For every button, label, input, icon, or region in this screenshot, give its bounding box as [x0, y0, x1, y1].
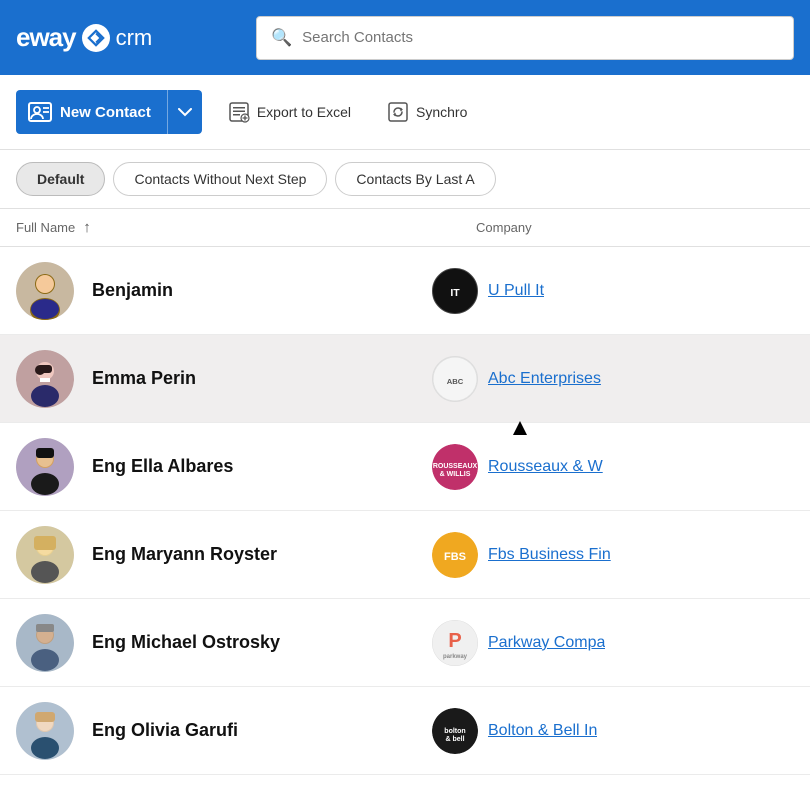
logo: eway crm [16, 22, 236, 53]
logo-eway-text: eway [16, 22, 76, 53]
contact-name: Eng Olivia Garufi [92, 720, 432, 741]
contact-name: Eng Michael Ostrosky [92, 632, 432, 653]
contact-name: Eng Maryann Royster [92, 544, 432, 565]
sort-arrow-icon: ↑ [83, 219, 91, 236]
company-logo: IT [432, 268, 478, 314]
new-contact-dropdown[interactable] [168, 90, 202, 134]
header: eway crm 🔍 [0, 0, 810, 75]
contacts-list: Benjamin IT U Pull It [0, 247, 810, 775]
contact-card-icon [28, 102, 52, 122]
svg-text:parkway: parkway [443, 654, 468, 660]
new-contact-label: New Contact [60, 104, 151, 121]
company-name[interactable]: Abc Enterprises [488, 370, 601, 388]
company-info: P parkway Parkway Compa [432, 620, 794, 666]
avatar-image [16, 350, 74, 408]
logo-crm-text: crm [116, 25, 153, 51]
table-row[interactable]: Eng Michael Ostrosky P parkway Parkway C… [0, 599, 810, 687]
avatar [16, 350, 74, 408]
table-row[interactable]: Benjamin IT U Pull It [0, 247, 810, 335]
contact-name: Benjamin [92, 280, 432, 301]
contact-name: Emma Perin [92, 368, 432, 389]
svg-text:FBS: FBS [444, 551, 466, 563]
logo-icon [82, 24, 110, 52]
company-logo: P parkway [432, 620, 478, 666]
search-bar[interactable]: 🔍 [256, 16, 794, 60]
export-label: Export to Excel [257, 104, 351, 120]
company-name[interactable]: Parkway Compa [488, 634, 605, 652]
contact-name: Eng Ella Albares [92, 456, 432, 477]
company-info: bolton & bell Bolton & Bell In [432, 708, 794, 754]
avatar [16, 438, 74, 496]
sync-button[interactable]: Synchro [377, 95, 477, 129]
company-name[interactable]: Rousseaux & W [488, 458, 603, 476]
export-icon [228, 101, 250, 123]
table-row[interactable]: Emma Perin ABC Abc Enterprises [0, 335, 810, 423]
svg-text:& WILLIS: & WILLIS [440, 471, 471, 478]
tab-no-next-step[interactable]: Contacts Without Next Step [113, 162, 327, 196]
chevron-down-icon [178, 108, 192, 117]
tab-by-last[interactable]: Contacts By Last A [335, 162, 495, 196]
company-info: FBS Fbs Business Fin [432, 532, 794, 578]
search-input[interactable] [302, 29, 779, 46]
company-logo: FBS [432, 532, 478, 578]
new-contact-button[interactable]: New Contact [16, 90, 202, 134]
svg-text:ROUSSEAUX: ROUSSEAUX [433, 463, 478, 470]
col-name-label: Full Name [16, 220, 75, 235]
company-info: IT U Pull It [432, 268, 794, 314]
table-row[interactable]: Eng Olivia Garufi bolton & bell Bolton &… [0, 687, 810, 775]
avatar [16, 526, 74, 584]
sync-label: Synchro [416, 104, 467, 120]
sync-icon [387, 101, 409, 123]
export-button[interactable]: Export to Excel [218, 95, 361, 129]
table-row[interactable]: Eng Maryann Royster FBS Fbs Business Fin [0, 511, 810, 599]
avatar-image [16, 526, 74, 584]
col-company-header[interactable]: Company [476, 220, 794, 235]
table-row[interactable]: Eng Ella Albares ROUSSEAUX & WILLIS Rous… [0, 423, 810, 511]
company-name[interactable]: Fbs Business Fin [488, 546, 611, 564]
table-header: Full Name ↑ Company [0, 209, 810, 247]
avatar [16, 702, 74, 760]
avatar-image [16, 614, 74, 672]
company-name[interactable]: Bolton & Bell In [488, 722, 597, 740]
tab-default[interactable]: Default [16, 162, 105, 196]
company-logo: ABC [432, 356, 478, 402]
company-logo: bolton & bell [432, 708, 478, 754]
company-name[interactable]: U Pull It [488, 282, 544, 300]
avatar [16, 262, 74, 320]
svg-text:ABC: ABC [447, 376, 464, 385]
avatar [16, 614, 74, 672]
svg-text:& bell: & bell [445, 736, 464, 743]
toolbar: New Contact Export to Excel [0, 75, 810, 150]
search-icon: 🔍 [271, 28, 292, 48]
app-container: eway crm 🔍 [0, 0, 810, 775]
col-company-label: Company [476, 220, 532, 235]
svg-text:IT: IT [450, 286, 460, 298]
svg-text:P: P [448, 630, 461, 652]
new-contact-main[interactable]: New Contact [16, 90, 168, 134]
col-name-header[interactable]: Full Name ↑ [16, 219, 476, 236]
avatar-image [16, 702, 74, 760]
company-logo: ROUSSEAUX & WILLIS [432, 444, 478, 490]
avatar-image [16, 438, 74, 496]
svg-text:bolton: bolton [444, 728, 465, 735]
avatar-image [16, 262, 74, 320]
company-info: ROUSSEAUX & WILLIS Rousseaux & W [432, 444, 794, 490]
company-info: ABC Abc Enterprises [432, 356, 794, 402]
tabs-row: Default Contacts Without Next Step Conta… [0, 150, 810, 209]
